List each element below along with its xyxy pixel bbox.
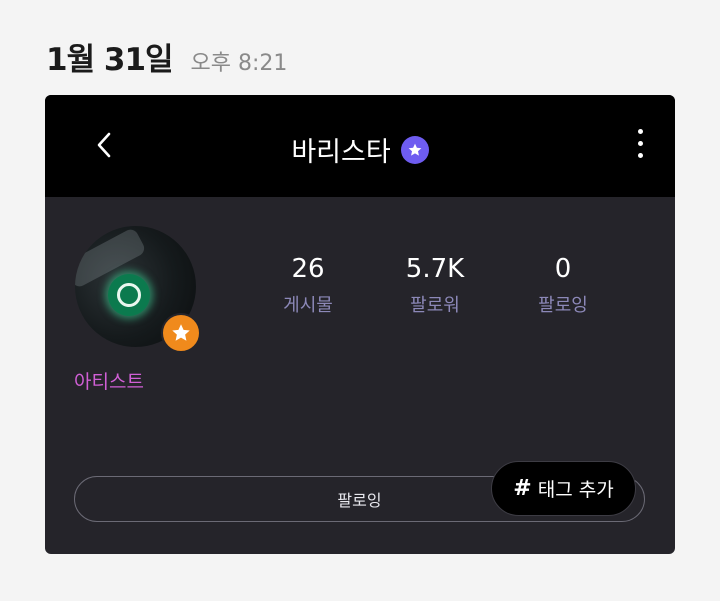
- profile-title-group: 바리스타: [45, 130, 675, 169]
- hashtag-icon: #: [513, 476, 532, 501]
- profile-header-bar: 바리스타: [45, 95, 675, 197]
- star-icon: [161, 313, 201, 353]
- star-badge-icon: [400, 135, 429, 164]
- stat-value: 0: [554, 254, 572, 284]
- avatar-image: [108, 274, 150, 316]
- following-button-label: 팔로잉: [337, 491, 382, 510]
- add-tag-button[interactable]: # 태그 추가: [491, 461, 636, 516]
- time-label: 오후 8:21: [190, 51, 288, 76]
- add-tag-label: 태그 추가: [537, 479, 614, 501]
- stat-label: 팔로워: [410, 295, 460, 316]
- stat-posts[interactable]: 26 게시물: [253, 253, 363, 317]
- stat-label: 게시물: [283, 295, 333, 316]
- more-menu-button[interactable]: [634, 129, 646, 163]
- stat-followers[interactable]: 5.7K 팔로워: [380, 253, 490, 317]
- message-timestamp-row: 1월 31일 오후 8:21: [46, 34, 287, 79]
- stat-value: 26: [291, 254, 325, 284]
- profile-card[interactable]: 바리스타 아티스트 26 게시물 5.7K 팔로워 0 팔로잉 팔로잉 # 태그…: [45, 95, 675, 554]
- more-vertical-icon: [637, 129, 643, 134]
- stat-label: 팔로잉: [538, 295, 588, 316]
- role-label: 아티스트: [74, 371, 144, 393]
- stat-following[interactable]: 0 팔로잉: [508, 253, 618, 317]
- stat-value: 5.7K: [405, 254, 465, 284]
- date-label: 1월 31일: [46, 42, 174, 78]
- profile-title: 바리스타: [291, 137, 391, 168]
